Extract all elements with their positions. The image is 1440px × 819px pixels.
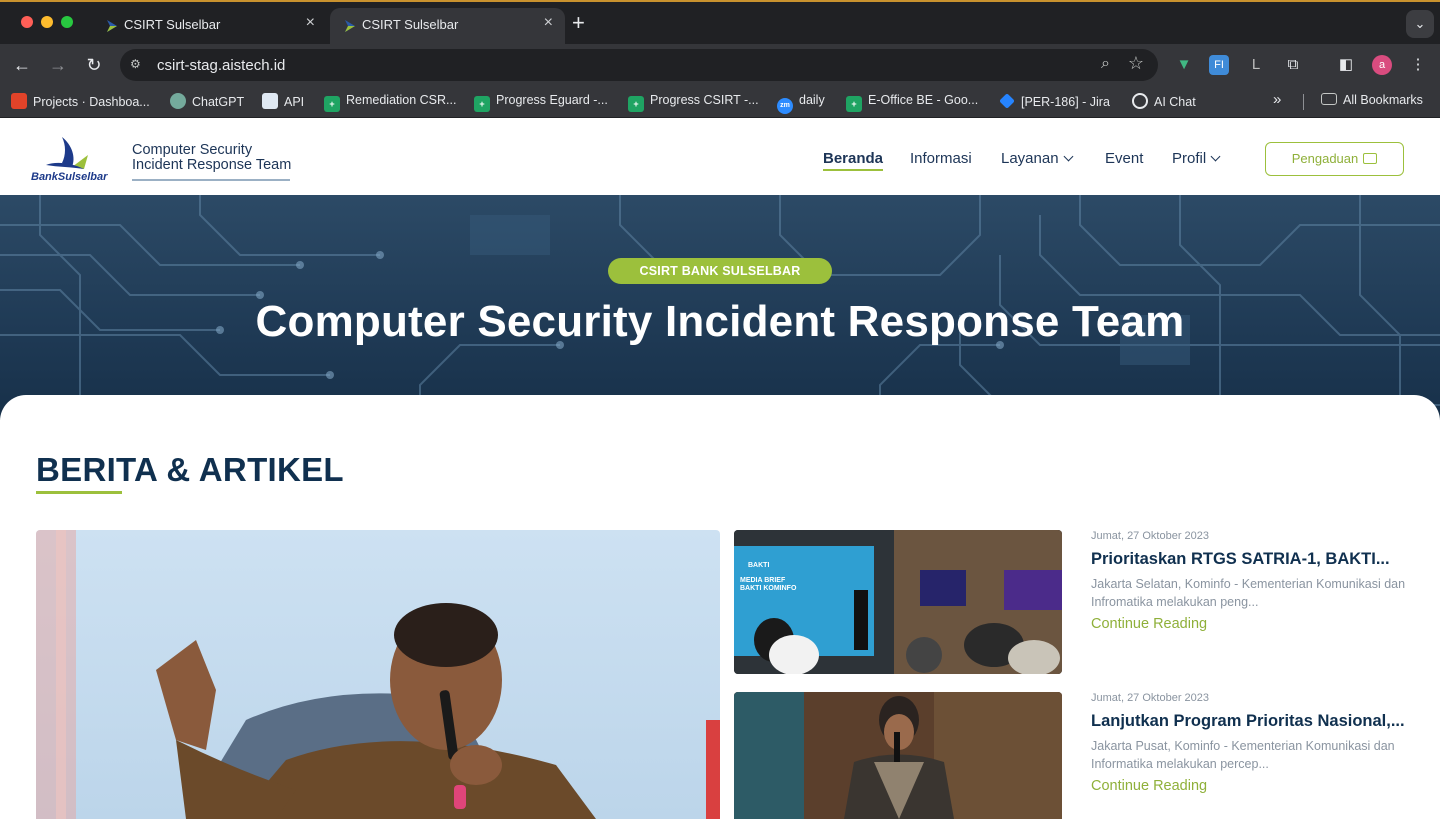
hero-banner: CSIRT BANK SULSELBAR Computer Security I…: [0, 195, 1440, 420]
article-excerpt: Jakarta Selatan, Kominfo - Kementerian K…: [1091, 577, 1406, 609]
pengaduan-button[interactable]: Pengaduan: [1265, 142, 1404, 176]
nav-event[interactable]: Event: [1105, 150, 1143, 167]
article-card-2: Jumat, 27 Oktober 2023 Lanjutkan Program…: [1091, 692, 1421, 794]
address-bar[interactable]: ⚙ csirt-stag.aistech.id ⌕ ☆: [120, 49, 1158, 81]
extensions-puzzle-icon[interactable]: ⧉: [1283, 55, 1303, 75]
close-tab-icon[interactable]: ×: [544, 14, 553, 32]
article-date: Jumat, 27 Oktober 2023: [1091, 692, 1210, 704]
browser-tab-2[interactable]: CSIRT Sulselbar ×: [330, 8, 565, 46]
article-headline[interactable]: Prioritaskan RTGS SATRIA-1, BAKTI...: [1091, 550, 1421, 569]
thumb-logo-text: BAKTI: [748, 562, 770, 569]
api-icon: [262, 93, 278, 109]
bookmark-item[interactable]: + E-Office BE - Goo...: [846, 93, 978, 112]
maximize-window-button[interactable]: [61, 16, 73, 28]
featured-photo-speaker: [36, 530, 720, 819]
ai-chat-icon: [1132, 93, 1148, 109]
continue-reading-link[interactable]: Continue Reading: [1091, 778, 1421, 794]
section-title-underline: [36, 491, 122, 494]
tab-title: CSIRT Sulselbar: [124, 17, 221, 32]
article-thumbnail-2[interactable]: [734, 692, 1062, 819]
nav-layanan[interactable]: Layanan: [1001, 150, 1074, 167]
nav-informasi[interactable]: Informasi: [910, 150, 972, 167]
folder-icon: [1321, 93, 1337, 105]
bookmark-item[interactable]: + Remediation CSR...: [324, 93, 456, 112]
extension-fi-icon[interactable]: FI: [1209, 55, 1229, 75]
bookmark-item[interactable]: + Progress Eguard -...: [474, 93, 608, 112]
close-window-button[interactable]: [21, 16, 33, 28]
browser-toolbar: ← → ↻ ⚙ csirt-stag.aistech.id ⌕ ☆ ▼ FI L…: [0, 44, 1440, 86]
sheets-icon: +: [846, 96, 862, 112]
browser-tab-bar: CSIRT Sulselbar × CSIRT Sulselbar × + ⌄: [0, 0, 1440, 46]
site-header: BankSulselbar Computer Security Incident…: [0, 123, 1440, 195]
article-excerpt: Jakarta Pusat, Kominfo - Kementerian Kom…: [1091, 739, 1395, 771]
zoom-app-icon: zm: [777, 98, 793, 114]
back-icon[interactable]: ←: [10, 53, 34, 77]
jira-icon: [999, 93, 1015, 109]
new-tab-button[interactable]: +: [572, 10, 585, 36]
logo-title-line2: Incident Response Team: [132, 157, 292, 173]
csirt-favicon-icon: [107, 20, 117, 32]
nav-profil[interactable]: Profil: [1172, 150, 1221, 167]
hero-badge: CSIRT BANK SULSELBAR: [608, 258, 832, 284]
bookmark-item[interactable]: [PER-186] - Jira: [999, 93, 1110, 111]
site-settings-icon[interactable]: ⚙: [130, 57, 146, 73]
reload-icon[interactable]: ↻: [82, 53, 106, 77]
sheets-icon: +: [474, 96, 490, 112]
tab-search-button[interactable]: ⌄: [1406, 10, 1434, 38]
side-panel-icon[interactable]: ◧: [1336, 55, 1356, 75]
article-card-1: Jumat, 27 Oktober 2023 Prioritaskan RTGS…: [1091, 530, 1421, 632]
sheets-icon: +: [324, 96, 340, 112]
message-icon: [1363, 153, 1378, 164]
bookmark-item[interactable]: API: [262, 93, 304, 111]
logo-title: Computer Security Incident Response Team: [132, 143, 291, 181]
gitlab-icon: [11, 93, 27, 109]
zoom-icon[interactable]: ⌕: [1101, 55, 1110, 73]
section-title: BERITA & ARTIKEL: [36, 451, 344, 488]
continue-reading-link[interactable]: Continue Reading: [1091, 616, 1421, 632]
browser-tab-1[interactable]: CSIRT Sulselbar ×: [92, 8, 327, 46]
bookmark-item[interactable]: AI Chat: [1132, 93, 1196, 111]
profile-avatar[interactable]: a: [1372, 55, 1392, 75]
vue-devtools-icon[interactable]: ▼: [1174, 55, 1194, 75]
logo-underline: [132, 179, 290, 181]
extension-l-icon[interactable]: L: [1246, 55, 1266, 75]
sheets-icon: +: [628, 96, 644, 112]
browser-menu-icon[interactable]: ⋮: [1408, 55, 1428, 75]
bookmarks-overflow-icon[interactable]: »: [1273, 91, 1281, 109]
hero-title: Computer Security Incident Response Team: [255, 297, 1185, 346]
chatgpt-icon: [170, 93, 186, 109]
article-headline[interactable]: Lanjutkan Program Prioritas Nasional,...: [1091, 712, 1421, 731]
tab-title: CSIRT Sulselbar: [362, 17, 459, 32]
article-date: Jumat, 27 Oktober 2023: [1091, 530, 1210, 542]
news-section: BERITA & ARTIKEL BAKTI MEDIA BRIEF BAKTI…: [0, 395, 1440, 819]
url-text[interactable]: csirt-stag.aistech.id: [157, 57, 285, 74]
forward-icon[interactable]: →: [46, 53, 70, 77]
media-brief-photo: [734, 530, 1062, 674]
speaker-photo: [734, 692, 1062, 819]
csirt-favicon-icon: [345, 20, 355, 32]
logo-title-line1: Computer Security: [132, 142, 253, 158]
bookmark-item[interactable]: Projects · Dashboa...: [11, 93, 150, 111]
thumb-screen-text: MEDIA BRIEF BAKTI KOMINFO: [740, 577, 797, 592]
close-tab-icon[interactable]: ×: [306, 14, 315, 32]
featured-article-image[interactable]: [36, 530, 720, 819]
all-bookmarks-button[interactable]: All Bookmarks: [1321, 93, 1423, 111]
logo-brand-text: BankSulselbar: [31, 171, 108, 183]
article-thumbnail-1[interactable]: BAKTI MEDIA BRIEF BAKTI KOMINFO: [734, 530, 1062, 674]
minimize-window-button[interactable]: [41, 16, 53, 28]
bookmark-item[interactable]: ChatGPT: [170, 93, 244, 111]
bookmark-item[interactable]: zm daily: [777, 93, 825, 114]
chevron-down-icon: [1063, 151, 1074, 162]
chevron-down-icon: [1210, 151, 1221, 162]
nav-beranda[interactable]: Beranda: [823, 150, 884, 171]
bookmarks-divider: [1303, 94, 1304, 110]
bookmark-star-icon[interactable]: ☆: [1128, 53, 1144, 74]
bookmark-item[interactable]: + Progress CSIRT -...: [628, 93, 759, 112]
bookmarks-bar: Projects · Dashboa... ChatGPT API + Remed…: [0, 86, 1440, 118]
